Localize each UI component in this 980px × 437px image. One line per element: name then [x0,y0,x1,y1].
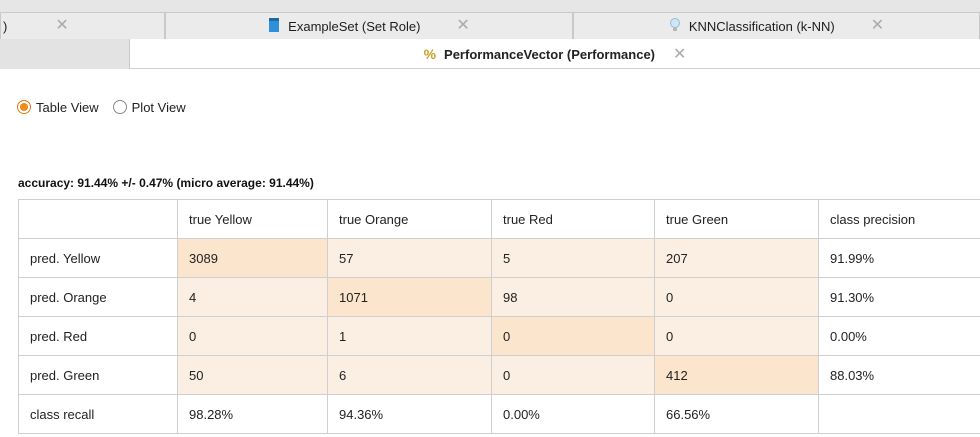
table-cell: 1071 [327,277,492,317]
table-cell: 207 [654,238,819,278]
tab-label: KNNClassification (k-NN) [688,18,835,34]
table-cell: 6 [327,355,492,395]
row-header: class recall [18,394,178,434]
table-cell: 0.00% [491,394,655,434]
column-header: true Red [491,199,655,239]
table-row: pred. Orange 4 1071 98 0 91.30% [18,277,980,317]
row-header: pred. Yellow [18,238,178,278]
row-header: pred. Red [18,316,178,356]
table-cell: 94.36% [327,394,492,434]
table-cell: 1 [327,316,492,356]
column-header: true Yellow [177,199,328,239]
plot-view-label: Plot View [131,99,186,115]
view-toggle: Table View Plot View [17,97,200,117]
column-header: true Orange [327,199,492,239]
accuracy-label: accuracy: 91.44% +/- 0.47% (micro averag… [18,176,314,190]
table-cell: 0 [654,316,819,356]
table-cell [818,394,980,434]
table-cell: 412 [654,355,819,395]
table-cell: 3089 [177,238,328,278]
row-header: pred. Green [18,355,178,395]
table-cell: 98.28% [177,394,328,434]
column-header: true Green [654,199,819,239]
table-cell: 0 [177,316,328,356]
close-icon[interactable]: ✕ [673,44,686,64]
tab-knn[interactable]: KNNClassification (k-NN) ✕ [573,12,980,39]
results-tab-bar: % PerformanceVector (Performance) ✕ [0,39,980,69]
table-cell: 91.30% [818,277,980,317]
row-header: pred. Orange [18,277,178,317]
percent-icon: % [423,46,437,62]
header-row: true Yellow true Orange true Red true Green… [18,199,980,239]
table-cell: 0 [654,277,819,317]
table-cell: 88.03% [818,355,980,395]
tab-label: ) [3,18,8,34]
table-row: pred. Green 50 6 0 412 88.03% [18,355,980,395]
radio-unselected-icon[interactable] [112,100,127,114]
tab-performance-vector[interactable]: % PerformanceVector (Performance) ✕ [130,39,980,69]
table-cell: 66.56% [654,394,819,434]
table-cell: 91.99% [818,238,980,278]
editor-tab-bar: ) ✕ ExampleSet (Set Role) ✕ KNNClassific… [0,0,980,39]
table-row: class recall 98.28% 94.36% 0.00% 66.56% [18,394,980,434]
column-header [18,199,178,239]
table-row: pred. Yellow 3089 57 5 207 91.99% [18,238,980,278]
table-cell: 57 [327,238,492,278]
table-view-option[interactable]: Table View [17,100,99,115]
close-icon[interactable]: ✕ [55,18,68,34]
lightbulb-icon [669,17,681,36]
table-cell: 0 [491,316,655,356]
plot-view-option[interactable]: Plot View [112,99,186,115]
table-cell: 5 [491,238,655,278]
table-view-label: Table View [36,99,99,115]
table-row: pred. Red 0 1 0 0 0.00% [18,316,980,356]
tab-blank[interactable] [0,39,130,69]
close-icon[interactable]: ✕ [456,18,469,34]
tab-label: ExampleSet (Set Role) [288,18,421,34]
column-header: class precision [818,199,980,239]
table-cell: 98 [491,277,655,317]
tab-exampleset[interactable]: ExampleSet (Set Role) ✕ [165,12,573,39]
table-cell: 4 [177,277,328,317]
close-icon[interactable]: ✕ [871,18,884,34]
table-cell: 0 [491,355,655,395]
table-cell: 50 [177,355,328,395]
radio-selected-icon[interactable] [17,100,31,114]
table-icon [268,17,280,36]
table-cell: 0.00% [818,316,980,356]
tab-label: PerformanceVector (Performance) [444,46,656,62]
confusion-matrix: true Yellow true Orange true Red true Green… [18,199,980,434]
tab-truncated[interactable]: ) ✕ [0,12,165,39]
